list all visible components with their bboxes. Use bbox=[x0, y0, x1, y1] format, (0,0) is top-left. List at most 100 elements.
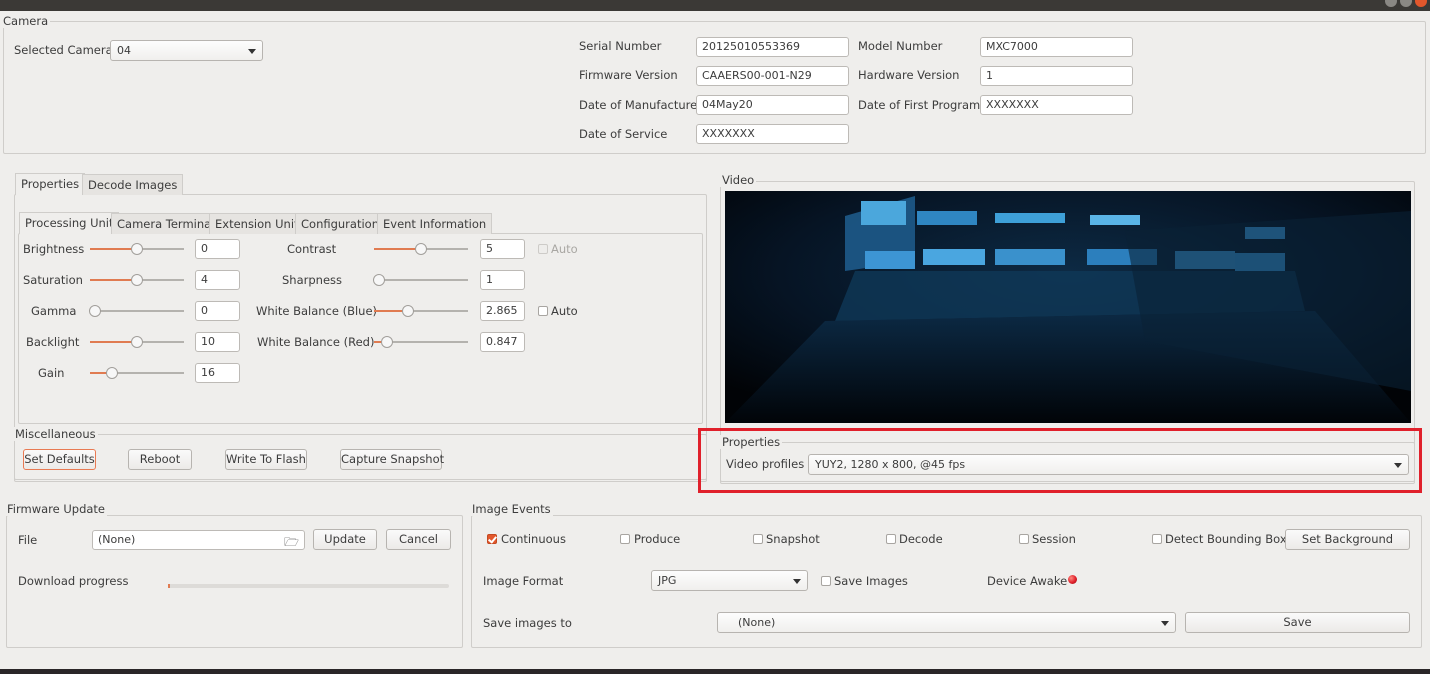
produce-checkbox[interactable] bbox=[620, 534, 630, 544]
decode-checkbox[interactable] bbox=[886, 534, 896, 544]
white-balance-blue-label: White Balance (Blue) bbox=[256, 304, 378, 318]
sub-tab-panel bbox=[18, 233, 703, 424]
white-balance-red-value[interactable]: 0.847 bbox=[480, 332, 525, 352]
decode-label: Decode bbox=[899, 532, 943, 546]
download-progress-label: Download progress bbox=[18, 574, 129, 588]
file-field[interactable]: (None) 🗁 bbox=[92, 530, 305, 550]
model-number-field[interactable]: MXC7000 bbox=[980, 37, 1133, 57]
minimize-icon[interactable] bbox=[1385, 0, 1397, 7]
slider-handle[interactable] bbox=[131, 336, 143, 348]
image-events-title: Image Events bbox=[470, 502, 553, 516]
video-preview bbox=[725, 191, 1411, 423]
sharpness-value[interactable]: 1 bbox=[480, 270, 525, 290]
backlight-value[interactable]: 10 bbox=[195, 332, 240, 352]
slider-track bbox=[90, 310, 184, 312]
cancel-button[interactable]: Cancel bbox=[386, 529, 451, 550]
slider-fill bbox=[90, 341, 136, 343]
model-number-label: Model Number bbox=[858, 39, 943, 53]
device-awake-label: Device Awake bbox=[987, 574, 1068, 588]
selected-camera-label: Selected Camera bbox=[14, 43, 113, 57]
white-balance-auto-checkbox[interactable] bbox=[538, 306, 548, 316]
save-button[interactable]: Save bbox=[1185, 612, 1410, 633]
tab-properties[interactable]: Properties bbox=[15, 173, 86, 195]
continuous-label: Continuous bbox=[501, 532, 566, 546]
chevron-down-icon bbox=[248, 49, 256, 54]
slider-handle[interactable] bbox=[381, 336, 393, 348]
folder-open-icon[interactable]: 🗁 bbox=[284, 533, 299, 549]
serial-number-field[interactable]: 20125010553369 bbox=[696, 37, 849, 57]
hardware-version-label: Hardware Version bbox=[858, 68, 960, 82]
firmware-version-field[interactable]: CAAERS00-001-N29 bbox=[696, 66, 849, 86]
tab-extension-unit[interactable]: Extension Unit bbox=[209, 213, 305, 234]
capture-snapshot-button[interactable]: Capture Snapshot bbox=[340, 449, 444, 470]
gain-value[interactable]: 16 bbox=[195, 363, 240, 383]
miscellaneous-title: Miscellaneous bbox=[13, 427, 98, 441]
close-icon[interactable] bbox=[1415, 0, 1427, 7]
session-checkbox[interactable] bbox=[1019, 534, 1029, 544]
selected-camera-dropdown[interactable]: 04 bbox=[110, 40, 263, 61]
slider-handle[interactable] bbox=[131, 243, 143, 255]
snapshot-label: Snapshot bbox=[766, 532, 820, 546]
slider-handle[interactable] bbox=[373, 274, 385, 286]
contrast-auto-checkbox[interactable] bbox=[538, 244, 548, 254]
tab-configuration[interactable]: Configuration bbox=[295, 213, 385, 234]
slider-handle[interactable] bbox=[131, 274, 143, 286]
date-of-first-program-label: Date of First Program bbox=[858, 98, 981, 112]
date-of-first-program-field[interactable]: XXXXXXX bbox=[980, 95, 1133, 115]
tab-decode-images[interactable]: Decode Images bbox=[82, 174, 184, 195]
progress-fill bbox=[168, 584, 170, 588]
set-background-button[interactable]: Set Background bbox=[1285, 529, 1410, 550]
brightness-label: Brightness bbox=[23, 242, 85, 256]
reboot-button[interactable]: Reboot bbox=[128, 449, 192, 470]
file-value: (None) bbox=[98, 533, 136, 546]
slider-fill bbox=[90, 279, 136, 281]
hardware-version-field[interactable]: 1 bbox=[980, 66, 1133, 86]
maximize-icon[interactable] bbox=[1400, 0, 1412, 7]
serial-number-label: Serial Number bbox=[579, 39, 662, 53]
update-button[interactable]: Update bbox=[313, 529, 377, 550]
date-of-manufacture-label: Date of Manufacture bbox=[579, 98, 698, 112]
camera-feed-image bbox=[725, 191, 1411, 423]
save-images-label: Save Images bbox=[834, 574, 908, 588]
contrast-label: Contrast bbox=[287, 242, 337, 256]
slider-handle[interactable] bbox=[89, 305, 101, 317]
camera-group-title: Camera bbox=[1, 14, 51, 28]
image-format-value: JPG bbox=[658, 574, 677, 587]
tab-camera-terminal[interactable]: Camera Terminal bbox=[111, 213, 221, 234]
date-of-service-field[interactable]: XXXXXXX bbox=[696, 124, 849, 144]
slider-handle[interactable] bbox=[402, 305, 414, 317]
contrast-auto-label: Auto bbox=[551, 242, 578, 256]
save-images-checkbox[interactable] bbox=[821, 576, 831, 586]
white-balance-blue-value[interactable]: 2.865 bbox=[480, 301, 525, 321]
slider-fill bbox=[90, 248, 136, 250]
session-label: Session bbox=[1032, 532, 1076, 546]
gamma-value[interactable]: 0 bbox=[195, 301, 240, 321]
slider-handle[interactable] bbox=[415, 243, 427, 255]
slider-track bbox=[374, 279, 468, 281]
selected-camera-value: 04 bbox=[117, 44, 131, 57]
save-images-to-dropdown[interactable]: (None) bbox=[717, 612, 1176, 633]
chevron-down-icon bbox=[793, 579, 801, 584]
image-format-dropdown[interactable]: JPG bbox=[651, 570, 808, 591]
chevron-down-icon bbox=[1161, 621, 1169, 626]
tab-event-information[interactable]: Event Information bbox=[377, 213, 493, 234]
device-awake-indicator-icon bbox=[1068, 575, 1077, 584]
white-balance-red-label: White Balance (Red) bbox=[257, 335, 375, 349]
snapshot-checkbox[interactable] bbox=[753, 534, 763, 544]
write-to-flash-button[interactable]: Write To Flash bbox=[225, 449, 307, 470]
date-of-manufacture-field[interactable]: 04May20 bbox=[696, 95, 849, 115]
contrast-value[interactable]: 5 bbox=[480, 239, 525, 259]
detect-bounding-box-checkbox[interactable] bbox=[1152, 534, 1162, 544]
window-titlebar bbox=[0, 0, 1430, 11]
saturation-value[interactable]: 4 bbox=[195, 270, 240, 290]
highlight-box bbox=[698, 428, 1422, 493]
white-balance-auto-label: Auto bbox=[551, 304, 578, 318]
continuous-checkbox[interactable] bbox=[487, 534, 497, 544]
tab-processing-unit[interactable]: Processing Unit bbox=[19, 212, 120, 234]
date-of-service-label: Date of Service bbox=[579, 127, 668, 141]
backlight-label: Backlight bbox=[26, 335, 80, 349]
set-defaults-button[interactable]: Set Defaults bbox=[23, 449, 96, 470]
slider-handle[interactable] bbox=[106, 367, 118, 379]
gamma-label: Gamma bbox=[31, 304, 77, 318]
brightness-value[interactable]: 0 bbox=[195, 239, 240, 259]
